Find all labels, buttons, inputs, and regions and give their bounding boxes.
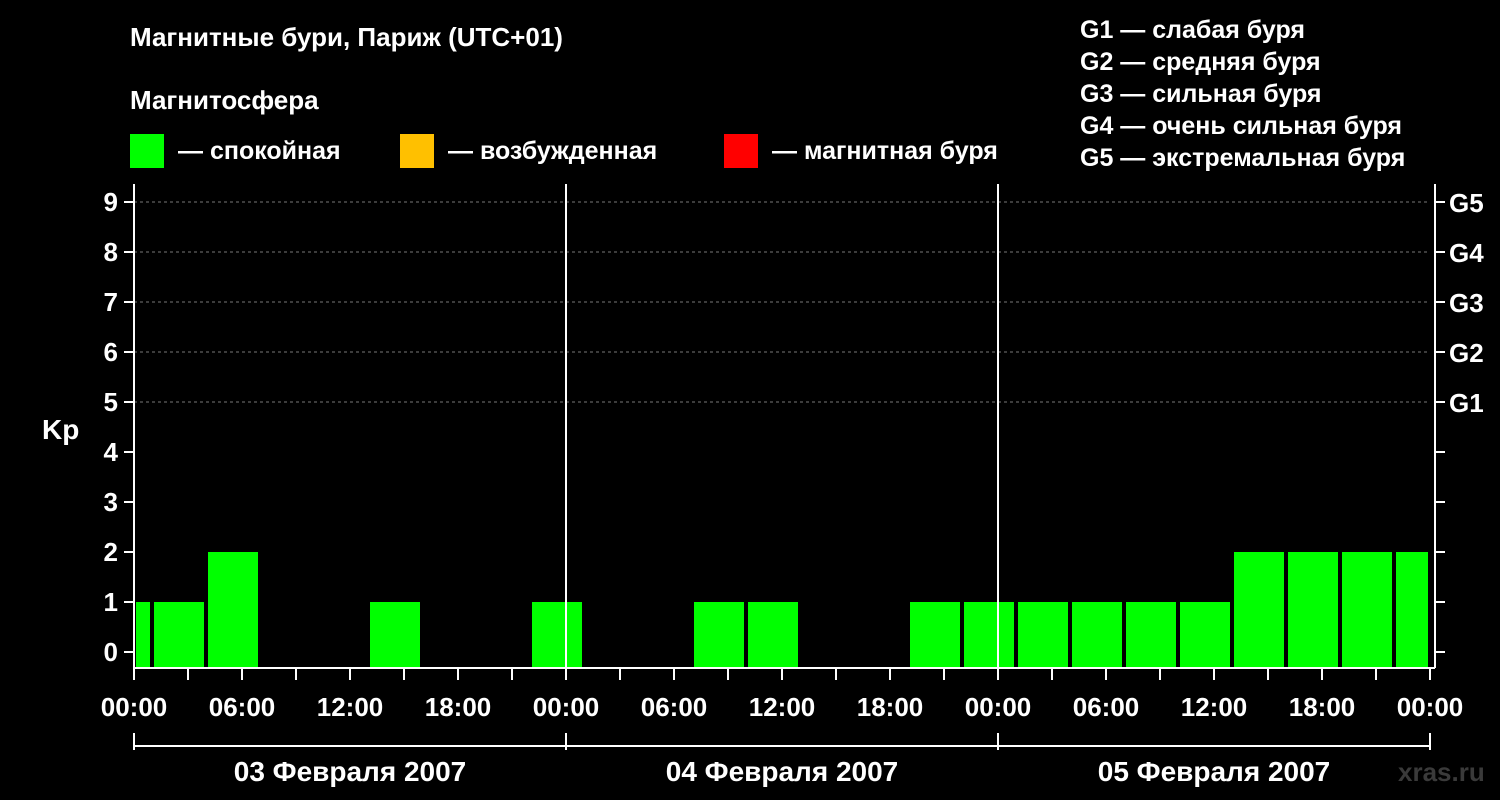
kp-bar — [136, 602, 150, 668]
day-label: 03 Февраля 2007 — [234, 756, 466, 787]
storm-level-axis-label: G4 — [1449, 238, 1484, 268]
kp-bar — [1342, 552, 1392, 668]
y-tick-label: 1 — [104, 587, 118, 617]
x-tick-label: 12:00 — [749, 692, 816, 722]
storm-level-axis-label: G2 — [1449, 338, 1484, 368]
x-tick-label: 18:00 — [1289, 692, 1356, 722]
kp-chart: 0 1 2 3 4 5 6 7 8 9 Kp G1 G2 G3 G4 G5 00:00 06:00 12:00 18:… — [42, 184, 1484, 787]
kp-bar — [964, 602, 1014, 668]
kp-bar — [748, 602, 798, 668]
x-tick-label: 00:00 — [101, 692, 168, 722]
y-axis-label: Kp — [42, 414, 79, 445]
y-tick-label: 7 — [104, 287, 118, 317]
storm-level-axis-label: G5 — [1449, 188, 1484, 218]
y-tick-label: 3 — [104, 487, 118, 517]
kp-bar — [1180, 602, 1230, 668]
x-tick-label: 18:00 — [857, 692, 924, 722]
kp-bar — [154, 602, 204, 668]
day-label: 04 Февраля 2007 — [666, 756, 898, 787]
kp-bar — [1396, 552, 1428, 668]
kp-bar — [1126, 602, 1176, 668]
storm-level-axis-label: G3 — [1449, 288, 1484, 318]
x-tick-label: 12:00 — [317, 692, 384, 722]
y-tick-label: 5 — [104, 387, 118, 417]
y-tick-label: 8 — [104, 237, 118, 267]
x-tick-label: 06:00 — [641, 692, 708, 722]
kp-bar — [208, 552, 258, 668]
kp-bar — [370, 602, 420, 668]
kp-bar — [532, 602, 582, 668]
kp-bar — [910, 602, 960, 668]
x-tick-label: 12:00 — [1181, 692, 1248, 722]
kp-bar — [1018, 602, 1068, 668]
kp-bar — [1072, 602, 1122, 668]
x-tick-label: 06:00 — [209, 692, 276, 722]
x-tick-label: 18:00 — [425, 692, 492, 722]
x-tick-label: 00:00 — [965, 692, 1032, 722]
kp-bar — [1288, 552, 1338, 668]
day-label: 05 Февраля 2007 — [1098, 756, 1330, 787]
y-tick-label: 4 — [104, 437, 119, 467]
x-tick-label: 00:00 — [1397, 692, 1464, 722]
y-tick-label: 0 — [104, 637, 118, 667]
x-tick-label: 00:00 — [533, 692, 600, 722]
storm-level-axis-label: G1 — [1449, 388, 1484, 418]
kp-bar — [1234, 552, 1284, 668]
kp-bar — [694, 602, 744, 668]
y-tick-label: 9 — [104, 187, 118, 217]
x-tick-label: 06:00 — [1073, 692, 1140, 722]
y-tick-label: 6 — [104, 337, 118, 367]
watermark: xras.ru — [1398, 757, 1485, 787]
y-tick-label: 2 — [104, 537, 118, 567]
